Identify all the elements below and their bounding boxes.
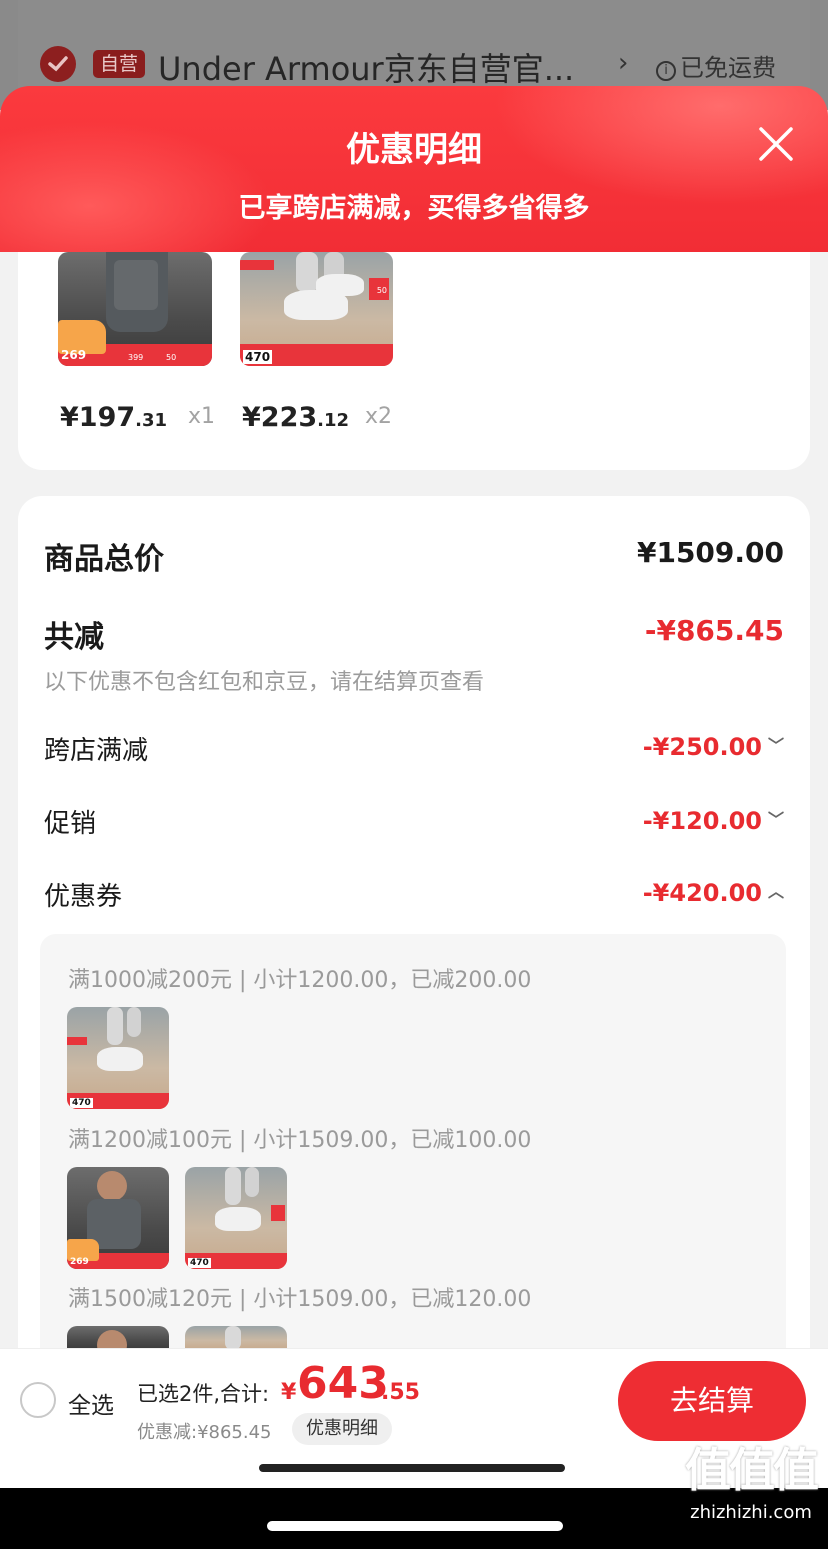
selected-summary: 已选2件,合计: bbox=[137, 1382, 270, 1406]
promotion-label: 促销 bbox=[44, 809, 97, 839]
discount-note: 以下优惠不包含红包和京豆，请在结算页查看 bbox=[44, 670, 485, 695]
coupon-rule: 满1500减120元 | 小计1509.00，已减120.00 bbox=[68, 1287, 532, 1312]
coupon-value[interactable]: -¥420.00 ︿ bbox=[643, 878, 784, 907]
coupon-breakdown bbox=[40, 934, 786, 1394]
home-indicator bbox=[259, 1464, 565, 1472]
product-price: ¥223.12 bbox=[242, 402, 350, 433]
free-shipping-text: 已免运费 bbox=[680, 54, 776, 82]
select-all-label[interactable]: 全选 bbox=[68, 1386, 114, 1420]
watermark: 值值值 zhizhizhi.com bbox=[676, 1440, 826, 1526]
total-currency: ¥ bbox=[281, 1380, 297, 1405]
self-operated-badge: 自营 bbox=[93, 50, 146, 78]
cross-store-value[interactable]: -¥250.00 ﹀ bbox=[643, 732, 784, 761]
coupon-rule: 满1200减100元 | 小计1509.00，已减100.00 bbox=[68, 1128, 532, 1153]
coupon-item-sneaker[interactable]: 470 bbox=[185, 1167, 287, 1269]
store-checked-icon[interactable] bbox=[40, 46, 76, 82]
strip-number: 50 bbox=[166, 353, 177, 362]
discount-detail-button[interactable]: 优惠明细 bbox=[292, 1413, 392, 1445]
info-icon[interactable]: i bbox=[656, 61, 676, 81]
coupon-item-tshirt[interactable] bbox=[67, 1326, 169, 1350]
side-tag: 50 bbox=[376, 286, 387, 295]
close-icon[interactable] bbox=[756, 124, 796, 164]
product-promo-tag: 470 bbox=[243, 350, 273, 364]
product-quantity: x2 bbox=[365, 404, 393, 429]
promotion-value[interactable]: -¥120.00 ﹀ bbox=[643, 806, 784, 835]
product-image-tshirt[interactable]: 269 399 50 bbox=[58, 252, 212, 366]
total-amount-integer: 643 bbox=[297, 1358, 389, 1409]
watermark-url: zhizhizhi.com bbox=[690, 1502, 812, 1523]
promo-tag: 470 bbox=[70, 1098, 93, 1108]
sheet-subtitle: 已享跨店满减，买得多省得多 bbox=[238, 193, 590, 224]
cross-store-label: 跨店满减 bbox=[44, 736, 149, 766]
checkout-button[interactable]: 去结算 bbox=[618, 1361, 806, 1441]
promo-tag: 269 bbox=[70, 1257, 89, 1267]
total-reduced-label: 共减 bbox=[44, 620, 104, 655]
product-image-sneaker[interactable]: 50 470 bbox=[240, 252, 393, 366]
select-all-radio[interactable] bbox=[20, 1382, 56, 1418]
chevron-right-icon[interactable]: › bbox=[618, 48, 628, 78]
coupon-rule: 满1000减200元 | 小计1200.00，已减200.00 bbox=[68, 968, 532, 993]
total-price-label: 商品总价 bbox=[44, 542, 164, 577]
chevron-down-icon[interactable]: ﹀ bbox=[768, 732, 784, 756]
store-name[interactable]: Under Armour京东自营官... bbox=[158, 44, 574, 90]
total-price-value: ¥1509.00 bbox=[636, 536, 784, 569]
coupon-item-tshirt[interactable]: 269 bbox=[67, 1167, 169, 1269]
coupon-item-sneaker[interactable]: 470 bbox=[67, 1007, 169, 1109]
product-promo-tag: 269 bbox=[61, 348, 87, 362]
product-quantity: x1 bbox=[188, 404, 216, 429]
watermark-logo: 值值值 bbox=[685, 1443, 819, 1497]
discount-total: 优惠减:¥865.45 bbox=[137, 1422, 272, 1443]
free-shipping-label: i 已免运费 bbox=[656, 48, 776, 83]
chevron-up-icon[interactable]: ︿ bbox=[768, 878, 784, 902]
promo-tag: 470 bbox=[188, 1258, 211, 1268]
strip-number: 399 bbox=[128, 353, 144, 362]
chevron-down-icon[interactable]: ﹀ bbox=[768, 806, 784, 830]
total-reduced-value: -¥865.45 bbox=[644, 614, 784, 647]
sheet-title: 优惠明细 bbox=[346, 130, 482, 170]
total-amount-decimal: .55 bbox=[381, 1380, 420, 1405]
coupon-item-sneaker[interactable] bbox=[185, 1326, 287, 1350]
product-price: ¥197.31 bbox=[60, 402, 168, 433]
coupon-label: 优惠券 bbox=[44, 882, 123, 912]
discount-detail-header: 优惠明细 已享跨店满减，买得多省得多 bbox=[0, 86, 828, 252]
home-indicator bbox=[267, 1521, 563, 1531]
